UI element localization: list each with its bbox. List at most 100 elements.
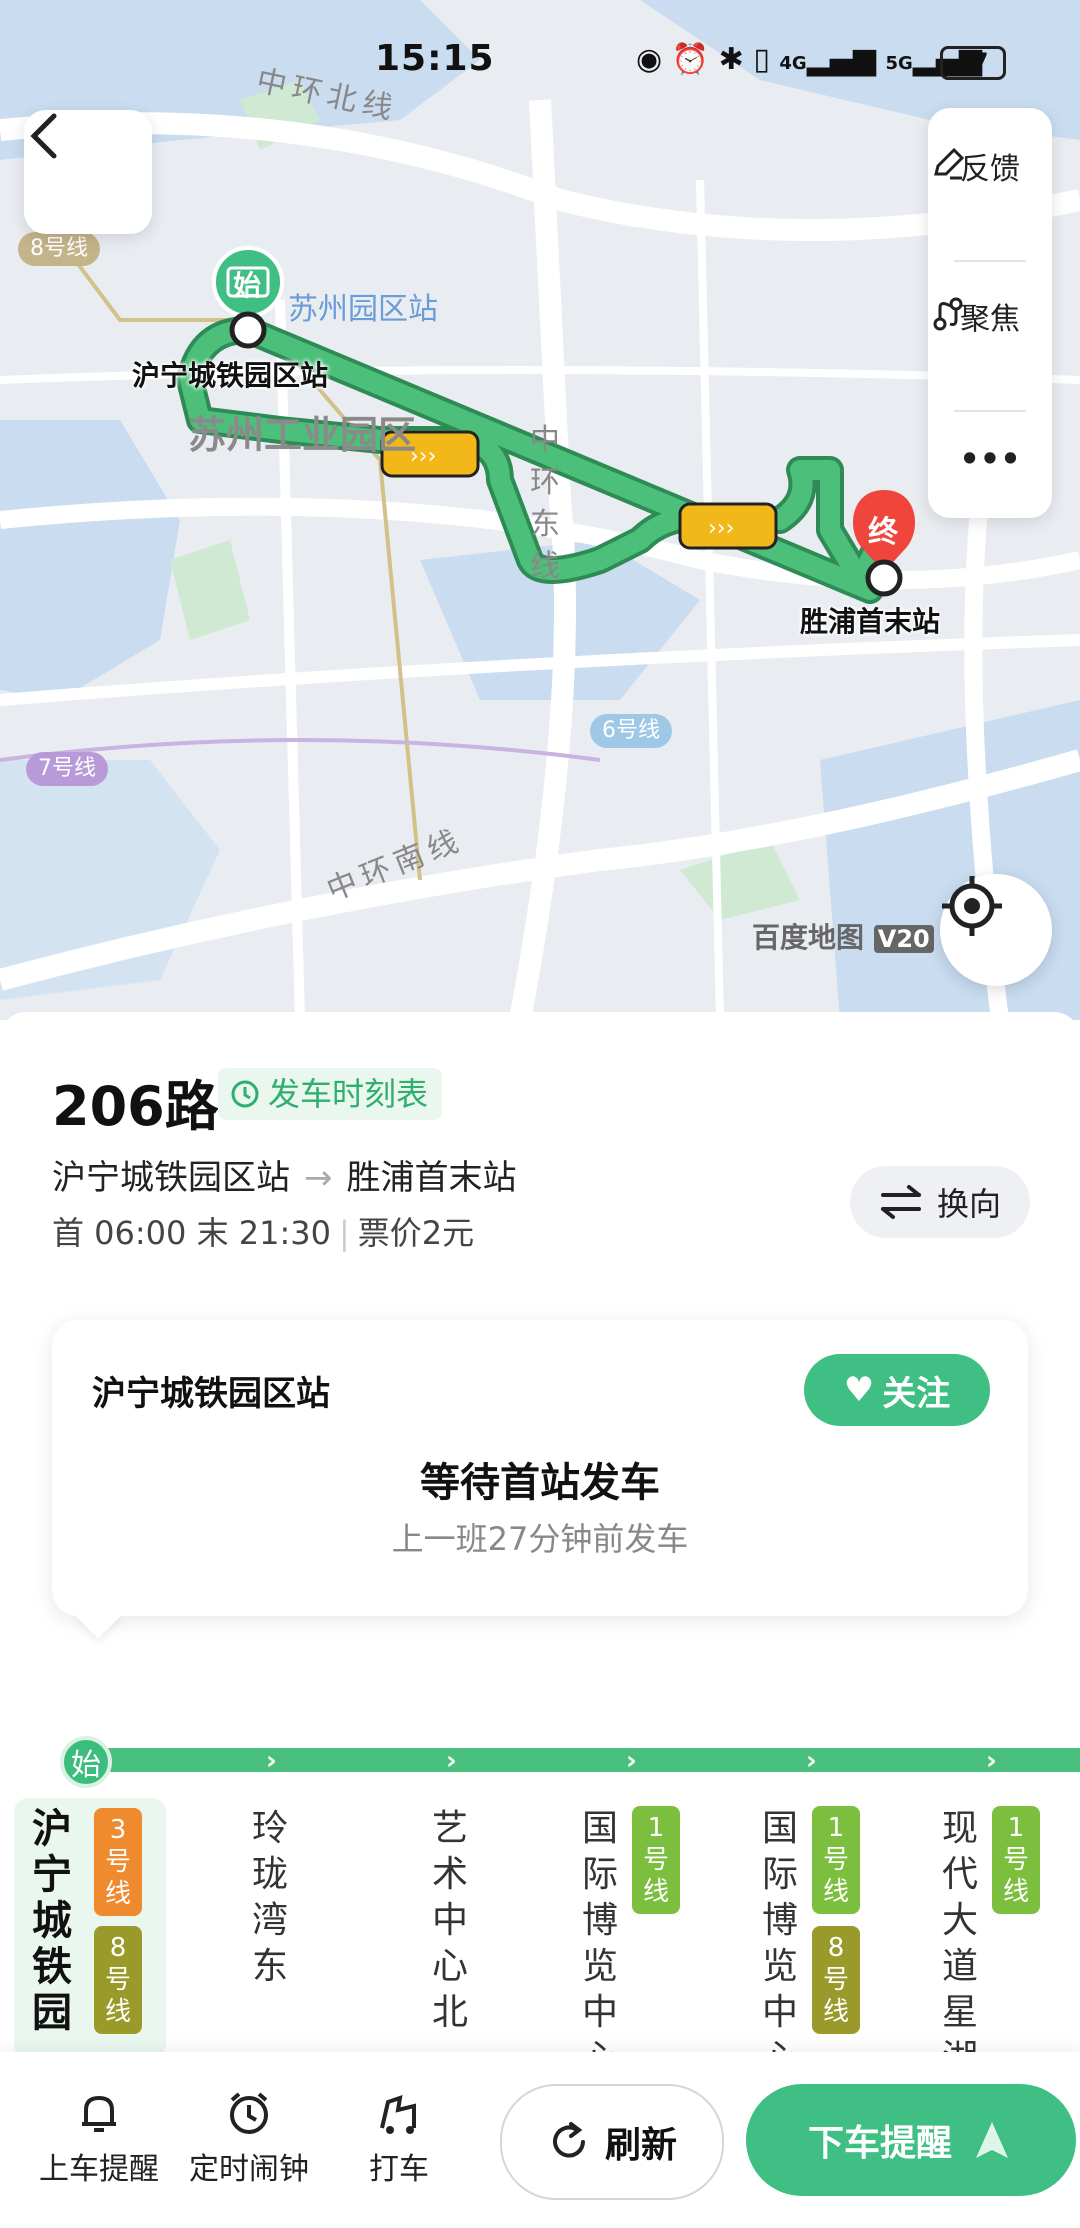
- brand-name: 百度地图: [752, 921, 865, 954]
- crosshair-icon: [942, 876, 1002, 936]
- chevron-left-icon: [30, 113, 57, 159]
- chevron-right-icon: ›: [446, 1746, 457, 1776]
- district-label-industrial-park: 苏州工业园区: [188, 413, 417, 457]
- metro-line-tag: 3号线: [94, 1808, 142, 1916]
- station-name: 玲珑湾东: [251, 1808, 288, 1987]
- navigation-arrow-icon: [976, 2122, 1008, 2158]
- refresh-icon: [553, 2122, 585, 2158]
- station-item[interactable]: 艺术中心北: [420, 1798, 480, 2052]
- taxi-button[interactable]: 打车: [334, 2088, 464, 2188]
- arrow-right-icon: →: [304, 1158, 333, 1198]
- station-item[interactable]: 玲珑湾东: [240, 1798, 300, 2052]
- metro-line-tag: 1号线: [812, 1806, 860, 1914]
- taxi-icon: [380, 2095, 416, 2134]
- network-4g: 4G: [779, 53, 807, 74]
- timer-alarm-label: 定时闹钟: [189, 2152, 309, 2187]
- bell-icon: [82, 2095, 116, 2132]
- focus-label: 聚焦: [960, 302, 1020, 337]
- station-item[interactable]: 现代大道星湖 1号线: [930, 1798, 1050, 2052]
- feedback-button[interactable]: 反馈: [928, 144, 1052, 188]
- follow-button[interactable]: ♥ 关注: [804, 1354, 990, 1426]
- metro-line-tag: 1号线: [992, 1806, 1040, 1914]
- station-name: 艺术中心北: [431, 1808, 468, 2033]
- card-pointer: [75, 1593, 121, 1639]
- station-name: 沪宁城铁园: [32, 1806, 72, 2036]
- boarding-alert-button[interactable]: 上车提醒: [34, 2088, 164, 2188]
- back-button[interactable]: [24, 110, 152, 234]
- swap-direction-button[interactable]: 换向: [850, 1166, 1030, 1238]
- metro-tag-line8: 8号线: [18, 232, 100, 266]
- station-strip[interactable]: › › › › › 始 沪宁城铁园 3号线 8号线 玲珑湾东 艺术中心北 国际博…: [0, 1736, 1080, 2052]
- metro-tag-line7: 7号线: [26, 752, 108, 786]
- station-name: 国际博览中心: [581, 1808, 618, 2052]
- locate-button[interactable]: [940, 874, 1052, 986]
- route-focus-icon: [933, 297, 963, 331]
- alarm-icon: ⏰: [671, 42, 710, 77]
- route-from: 沪宁城铁园区站: [52, 1158, 290, 1198]
- network-5g: 5G: [885, 53, 913, 74]
- divider: [954, 410, 1026, 412]
- district-label-park-station: 苏州园区站: [288, 292, 438, 327]
- map-toolbar: 反馈 聚焦 •••: [928, 108, 1052, 518]
- map-end-stop-label: 胜浦首末站: [800, 605, 941, 638]
- chevron-right-icon: ›: [806, 1746, 817, 1776]
- station-item[interactable]: 沪宁城铁园 3号线 8号线: [14, 1798, 166, 2052]
- station-item[interactable]: 国际博览中心 1号线: [570, 1798, 690, 2052]
- pencil-icon: [934, 147, 965, 180]
- station-name: 现代大道星湖: [941, 1808, 978, 2052]
- alighting-alert-label: 下车提醒: [807, 2123, 952, 2164]
- map-view[interactable]: ››› ››› 中环北线 中环东线 中环南线 苏州园区站 苏州工业园区 8号线 …: [0, 0, 1080, 1020]
- station-name: 国际博览中心: [761, 1808, 798, 2052]
- bus-icon: ›››: [678, 502, 778, 550]
- follow-label: 关注: [882, 1373, 951, 1414]
- chevron-right-icon: ›: [986, 1746, 997, 1776]
- station-status-card: 沪宁城铁园区站 ♥ 关注 等待首站发车 上一班27分钟前发车: [52, 1320, 1028, 1639]
- metro-tag-line6: 6号线: [590, 714, 672, 748]
- svg-text:›››: ›››: [708, 516, 734, 541]
- clock-icon: [231, 1080, 259, 1108]
- boarding-alert-label: 上车提醒: [39, 2152, 159, 2187]
- timer-alarm-button[interactable]: 定时闹钟: [184, 2088, 314, 2188]
- status-bar: 15:15 ◉ ⏰ ✱ ▯ 4G▂▄▆ 5G▂▄▆ 47: [0, 36, 1080, 86]
- battery-indicator: 47: [940, 46, 1006, 80]
- brand-version: V20: [873, 925, 934, 953]
- start-marker-text: 始: [233, 269, 262, 302]
- bottom-action-bar: 上车提醒 定时闹钟 打车 刷新 下车提醒: [0, 2052, 1080, 2228]
- focus-button[interactable]: 聚焦: [928, 294, 1052, 338]
- route-endpoints: 沪宁城铁园区站 → 胜浦首末站: [52, 1150, 517, 1199]
- signal-icon: ▂▄▆: [806, 42, 876, 77]
- first-bus-time: 首 06:00: [52, 1214, 187, 1252]
- brand-watermark: 百度地图 V20: [752, 916, 934, 956]
- timetable-button[interactable]: 发车时刻表: [218, 1068, 443, 1120]
- heart-icon: ♥: [843, 1370, 875, 1410]
- end-marker-text: 终: [868, 515, 898, 550]
- refresh-label: 刷新: [604, 2125, 677, 2166]
- route-to: 胜浦首末站: [346, 1158, 517, 1198]
- route-track: [70, 1748, 1080, 1772]
- metro-line-tag: 8号线: [812, 1926, 860, 2034]
- refresh-button[interactable]: 刷新: [500, 2084, 724, 2200]
- vibrate-icon: ▯: [753, 42, 770, 77]
- more-button[interactable]: •••: [928, 440, 1052, 478]
- route-hours: 首 06:00 末 21:30 | 票价2元: [52, 1208, 474, 1254]
- road-label-east: 中环东线: [530, 423, 566, 584]
- divider: |: [338, 1214, 350, 1252]
- map-start-stop-label: 沪宁城铁园区站: [132, 359, 329, 392]
- alarm-clock-icon: [230, 2092, 268, 2134]
- card-station-name: 沪宁城铁园区站: [92, 1374, 330, 1414]
- more-icon: •••: [959, 440, 1021, 478]
- last-departure-info: 上一班27分钟前发车: [391, 1520, 689, 1558]
- chevron-right-icon: ›: [266, 1746, 277, 1776]
- swap-icon: [880, 1185, 921, 1219]
- status-time: 15:15: [375, 38, 495, 79]
- station-item[interactable]: 国际博览中心 1号线 8号线: [750, 1798, 870, 2052]
- divider: [954, 260, 1026, 262]
- feedback-label: 反馈: [960, 152, 1020, 187]
- alighting-alert-button[interactable]: 下车提醒: [746, 2084, 1076, 2196]
- taxi-label: 打车: [369, 2152, 429, 2187]
- timetable-label: 发车时刻表: [268, 1075, 429, 1113]
- status-icons: ◉ ⏰ ✱ ▯ 4G▂▄▆ 5G▂▄▆: [636, 42, 982, 77]
- start-badge: 始: [60, 1736, 112, 1788]
- last-bus-time: 末 21:30: [196, 1214, 331, 1252]
- metro-line-tag: 8号线: [94, 1926, 142, 2034]
